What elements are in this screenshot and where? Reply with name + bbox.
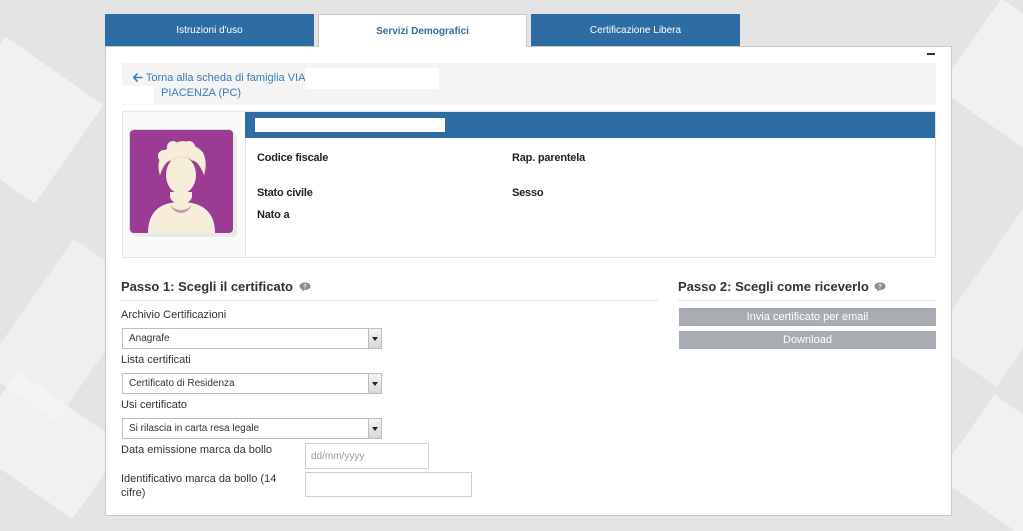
step2-divider [678,300,936,301]
main-panel: Torna alla scheda di famiglia VIA PIACEN… [105,46,952,516]
svg-text:?: ? [303,285,307,291]
rap-parentela-label: Rap. parentela [512,152,586,164]
back-bar: Torna alla scheda di famiglia VIA PIACEN… [122,63,936,105]
minimize-icon[interactable] [927,53,935,55]
step1-title: Passo 1: Scegli il certificato ? [121,279,311,295]
chevron-down-icon[interactable] [368,374,381,393]
redacted-address-2 [122,86,154,104]
chevron-down-icon[interactable] [368,419,381,438]
redacted-address [305,68,439,89]
tab-servizi-demografici[interactable]: Servizi Demografici [318,14,527,47]
tab-istruzioni[interactable]: Istruzioni d'uso [105,14,314,46]
archivio-select[interactable]: Anagrafe [122,328,382,349]
sesso-label: Sesso [512,187,544,199]
codice-fiscale-label: Codice fiscale [257,152,329,164]
tab-certificazione-libera[interactable]: Certificazione Libera [531,14,740,46]
step1-divider [121,300,658,301]
stato-civile-label: Stato civile [257,187,313,199]
female-avatar-icon [130,130,233,233]
lista-label: Lista certificati [121,354,191,366]
nato-a-label: Nato a [257,209,290,221]
back-link-line1: Torna alla scheda di famiglia VIA [145,72,306,84]
step2-title-text: Passo 2: Scegli come riceverlo [678,279,869,294]
lista-select-value: Certificato di Residenza [129,378,235,389]
data-emissione-label: Data emissione marca da bollo [121,444,273,456]
send-email-button[interactable]: Invia certificato per email [679,308,936,326]
redacted-name [255,118,445,132]
archivio-select-value: Anagrafe [129,333,170,344]
step2-title: Passo 2: Scegli come riceverlo ? [678,279,886,295]
lista-certificati-select[interactable]: Certificato di Residenza [122,373,382,394]
usi-label: Usi certificato [121,399,188,411]
svg-text:?: ? [879,285,883,291]
identificativo-label: Identificativo marca da bollo (14 cifre) [121,473,277,499]
citizen-profile-card: Codice fiscale Rap. parentela Stato civi… [122,111,936,258]
data-emissione-input[interactable] [305,443,429,469]
chevron-down-icon[interactable] [368,329,381,348]
arrow-left-icon [132,72,146,84]
download-button[interactable]: Download [679,331,936,349]
citizen-name-bar [245,112,935,138]
usi-certificato-select[interactable]: Si rilascia in carta resa legale [122,418,382,439]
help-bubble-icon[interactable]: ? [874,280,886,295]
help-bubble-icon[interactable]: ? [299,280,311,295]
usi-select-value: Si rilascia in carta resa legale [129,423,260,434]
archivio-label: Archivio Certificazioni [121,309,227,321]
photo-column [123,112,246,257]
step1-title-text: Passo 1: Scegli il certificato [121,279,293,294]
identificativo-input[interactable] [305,472,472,497]
